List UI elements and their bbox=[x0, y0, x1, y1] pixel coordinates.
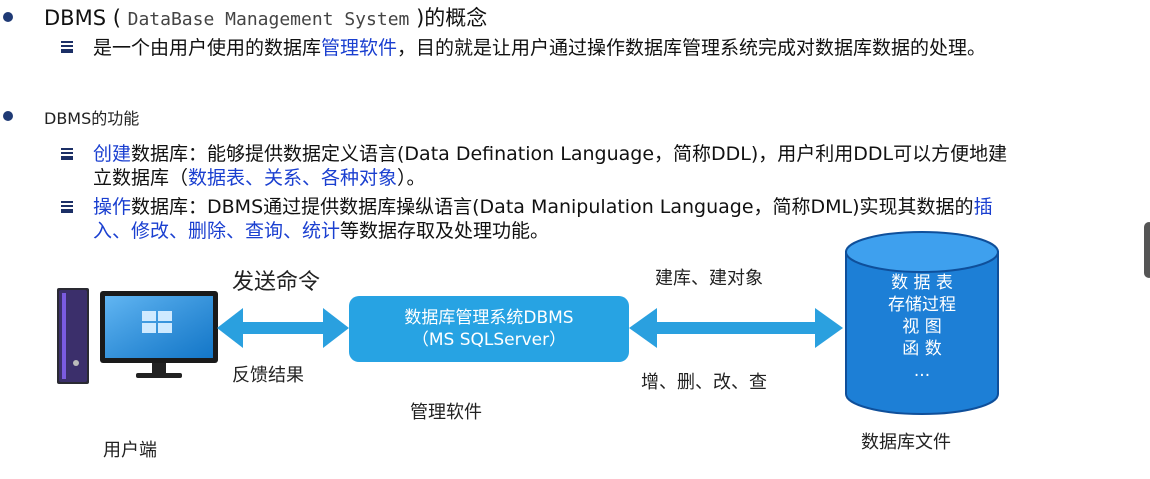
database-contents: 数 据 表 存储过程 视 图 函 数 ... bbox=[846, 272, 998, 382]
operate-text: 数据库：DBMS通过提供数据库操纵语言(Data Manipulation La… bbox=[131, 196, 974, 218]
bullet-dot bbox=[3, 111, 13, 121]
send-command-label: 发送命令 bbox=[232, 270, 321, 295]
bullet-dot bbox=[3, 12, 13, 22]
functions-heading: DBMS的功能 bbox=[44, 109, 140, 128]
db-item-functions: 函 数 bbox=[902, 339, 942, 359]
create-objects-label: 建库、建对象 bbox=[655, 268, 763, 289]
list-bullet-icon bbox=[61, 40, 73, 53]
crud-label: 增、删、改、查 bbox=[641, 372, 767, 393]
title-paren: ( bbox=[112, 6, 121, 30]
database-file-label: 数据库文件 bbox=[861, 432, 951, 453]
title-fullname: DataBase Management System bbox=[127, 9, 410, 30]
computer-icon bbox=[57, 288, 218, 384]
feedback-label: 反馈结果 bbox=[232, 365, 304, 386]
arrow-dbms-database bbox=[629, 308, 843, 348]
desc-text-2: ，目的就是让用户通过操作数据库管理系统完成对数据库数据的处理。 bbox=[397, 37, 987, 59]
create-objects-link: 数据表、关系、各种对象 bbox=[188, 167, 398, 189]
dbms-subtitle: （MS SQLServer） bbox=[411, 330, 567, 350]
list-bullet-icon bbox=[61, 200, 73, 213]
operations-link: 入、修改、删除、查询、统计 bbox=[93, 220, 341, 242]
dbms-title: 数据库管理系统DBMS bbox=[404, 308, 574, 328]
create-text-c: ）。 bbox=[397, 167, 426, 189]
desc-text: 是一个由用户使用的数据库 bbox=[93, 37, 322, 59]
dbms-box: 数据库管理系统DBMS （MS SQLServer） bbox=[349, 296, 629, 362]
db-item-views: 视 图 bbox=[902, 317, 942, 337]
mgmt-software-label: 管理软件 bbox=[410, 402, 482, 423]
create-text-b: 立数据库（ bbox=[93, 167, 189, 189]
db-item-tables: 数 据 表 bbox=[891, 273, 953, 293]
operate-text-c: 等数据存取及处理功能。 bbox=[340, 220, 550, 242]
title-suffix: )的概念 bbox=[416, 6, 488, 30]
client-label: 用户端 bbox=[103, 440, 157, 461]
create-text: 数据库：能够提供数据定义语言(Data Defination Language，… bbox=[131, 143, 1008, 165]
desc-link: 管理软件 bbox=[321, 37, 398, 59]
operate-link: 操作 bbox=[93, 196, 132, 218]
create-link: 创建 bbox=[93, 143, 132, 165]
function-item-create: 创建数据库：能够提供数据定义语言(Data Defination Languag… bbox=[93, 142, 1143, 190]
concept-description: 是一个由用户使用的数据库管理软件，目的就是让用户通过操作数据库管理系统完成对数据… bbox=[93, 36, 986, 60]
concept-title: DBMS ( DataBase Management System )的概念 bbox=[44, 2, 487, 32]
list-bullet-icon bbox=[61, 147, 73, 160]
scrollbar-handle[interactable] bbox=[1144, 222, 1150, 278]
insert-link-a: 插 bbox=[973, 196, 993, 218]
title-dbms: DBMS bbox=[44, 6, 107, 30]
db-item-more: ... bbox=[913, 361, 931, 381]
arrow-client-dbms bbox=[217, 308, 349, 348]
db-item-procedures: 存储过程 bbox=[888, 295, 956, 315]
